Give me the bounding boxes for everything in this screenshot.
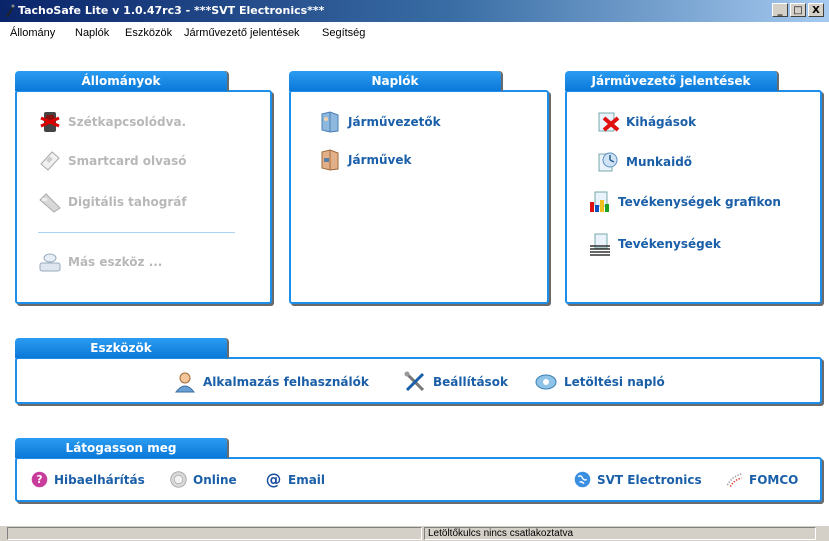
- vehicles-label: Járművek: [348, 153, 412, 167]
- svg-text:@: @: [266, 471, 282, 488]
- help-icon: ?: [31, 471, 48, 488]
- device-disconnected-icon: [38, 110, 62, 134]
- working-time-item[interactable]: Munkaidő: [596, 150, 692, 174]
- drivers-label: Járművezetők: [348, 115, 441, 129]
- globe-icon: [574, 471, 591, 488]
- tachograph-label: Digitális tahográf: [68, 195, 187, 209]
- online-icon: [170, 471, 187, 488]
- tab-eszkozok: Eszközök: [15, 338, 227, 358]
- menu-allomany[interactable]: Állomány: [10, 27, 55, 39]
- maximize-button[interactable]: □: [790, 3, 806, 17]
- menu-eszkozok[interactable]: Eszközök: [125, 27, 172, 39]
- vehicles-book-icon: [318, 148, 342, 172]
- menu-segitseg[interactable]: Segítség: [322, 27, 365, 39]
- user-icon: [173, 370, 197, 394]
- email-label: Email: [288, 472, 326, 487]
- status-cell-left: [7, 527, 422, 540]
- panel-divider: [38, 232, 235, 233]
- settings-item[interactable]: Beállítások: [403, 370, 508, 394]
- working-time-label: Munkaidő: [626, 155, 693, 169]
- activity-graph-label: Tevékenységek grafikon: [618, 195, 781, 209]
- other-device-item: Más eszköz ...: [38, 250, 162, 274]
- drivers-item[interactable]: Járművezetők: [318, 110, 441, 134]
- svg-text:?: ?: [36, 473, 42, 486]
- menu-naplok[interactable]: Naplók: [75, 27, 109, 39]
- troubleshooting-label: Hibaelhárítás: [54, 472, 145, 487]
- fomco-logo-icon: [726, 471, 743, 488]
- status-bar: Letöltőkulcs nincs csatlakoztatva: [0, 525, 829, 541]
- window-title: TachoSafe Lite v 1.0.47rc3 - ***SVT Elec…: [18, 4, 325, 17]
- fomco-label: FOMCO: [749, 472, 799, 487]
- disk-drive-icon: [38, 250, 62, 274]
- activity-graph-icon: [588, 190, 612, 214]
- svt-electronics-link[interactable]: SVT Electronics: [574, 471, 702, 488]
- email-at-icon: @: [265, 471, 282, 488]
- settings-label: Beállítások: [433, 375, 508, 389]
- activities-icon: [588, 232, 612, 256]
- close-button[interactable]: X: [808, 3, 824, 17]
- violations-item[interactable]: Kihágások: [596, 110, 696, 134]
- online-link[interactable]: Online: [170, 471, 237, 488]
- svt-electronics-label: SVT Electronics: [597, 472, 702, 487]
- menu-bar: Állomány Naplók Eszközök Járművezető jel…: [0, 22, 829, 44]
- violations-icon: [596, 110, 620, 134]
- digital-tachograph-item: Digitális tahográf: [38, 190, 187, 214]
- working-time-icon: [596, 150, 620, 174]
- activities-item[interactable]: Tevékenységek: [588, 232, 721, 256]
- menu-jelentesek[interactable]: Járművezető jelentések: [184, 27, 300, 39]
- tab-latogasson: Látogasson meg: [15, 438, 227, 458]
- app-icon: [4, 4, 16, 18]
- status-cell-right: Letöltőkulcs nincs csatlakoztatva: [424, 527, 816, 540]
- tab-naplok: Naplók: [289, 71, 501, 91]
- vehicles-item[interactable]: Járművek: [318, 148, 411, 172]
- smartcard-reader-item: Smartcard olvasó: [38, 149, 186, 173]
- title-bar[interactable]: TachoSafe Lite v 1.0.47rc3 - ***SVT Elec…: [0, 0, 829, 22]
- download-log-icon: [534, 370, 558, 394]
- tachograph-icon: [38, 190, 62, 214]
- app-users-item[interactable]: Alkalmazás felhasználók: [173, 370, 369, 394]
- activities-label: Tevékenységek: [618, 237, 721, 251]
- violations-label: Kihágások: [626, 115, 697, 129]
- tab-allomanyok: Állományok: [15, 71, 227, 91]
- activity-graph-item[interactable]: Tevékenységek grafikon: [588, 190, 781, 214]
- app-users-label: Alkalmazás felhasználók: [203, 375, 369, 389]
- online-label: Online: [193, 472, 237, 487]
- tools-icon: [403, 370, 427, 394]
- drivers-book-icon: [318, 110, 342, 134]
- disconnected-item: Szétkapcsolódva.: [38, 110, 186, 134]
- minimize-button[interactable]: _: [772, 3, 788, 17]
- disconnected-label: Szétkapcsolódva.: [68, 115, 187, 129]
- fomco-link[interactable]: FOMCO: [726, 471, 798, 488]
- download-log-item[interactable]: Letöltési napló: [534, 370, 665, 394]
- troubleshooting-link[interactable]: ? Hibaelhárítás: [31, 471, 145, 488]
- tab-jelentesek: Járművezető jelentések: [565, 71, 777, 91]
- download-log-label: Letöltési napló: [564, 375, 665, 389]
- smartcard-label: Smartcard olvasó: [68, 154, 187, 168]
- smartcard-icon: [38, 149, 62, 173]
- email-link[interactable]: @ Email: [265, 471, 325, 488]
- other-device-label: Más eszköz ...: [68, 255, 163, 269]
